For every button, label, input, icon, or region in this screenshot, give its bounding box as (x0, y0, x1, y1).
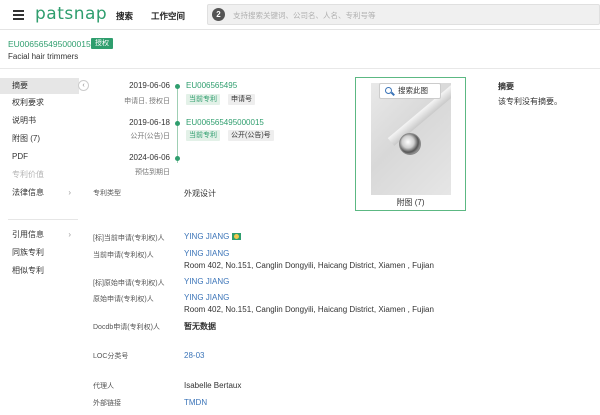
patent-figure-image[interactable] (371, 83, 451, 195)
tag-current-patent: 当前专利 (186, 94, 220, 105)
search-image-label: 搜索此图 (398, 86, 428, 95)
external-link-tmdn[interactable]: TMDN (184, 398, 207, 407)
sidebar-item-label: 专利价值 (12, 170, 44, 179)
sidebar-item-similar[interactable]: 相似专利 (0, 263, 79, 279)
sidebar-item-label: 权利要求 (12, 98, 44, 107)
sidebar-item-legal[interactable]: 法律信息 › (0, 185, 79, 201)
sidebar-item-abstract[interactable]: 摘要 (0, 78, 79, 94)
agent-label: 代理人 (93, 383, 114, 390)
original-applicant-label: 原始申请(专利权)人 (93, 296, 154, 303)
figure-caption: 附图 (7) (396, 198, 425, 207)
company-icon (232, 233, 242, 240)
search-icon (385, 87, 392, 94)
sidebar-item-label: 摘要 (12, 81, 28, 90)
divider (0, 68, 600, 69)
timeline-date-type: 申请日, 授权日 (124, 98, 170, 105)
std-original-applicant-label: [标]原始申请(专利权)人 (93, 280, 165, 287)
sidebar-item-figures[interactable]: 附图 (7) (0, 131, 79, 147)
std-original-applicant-link[interactable]: YING JIANG (184, 277, 229, 286)
chevron-right-icon: › (68, 230, 71, 239)
std-current-applicant-link[interactable]: YING JIANG (184, 232, 242, 241)
status-badge: 授权 (91, 38, 113, 49)
docdb-applicant-label: Docdb申请(专利权)人 (93, 324, 160, 331)
current-applicant-address: Room 402, No.151, Canglin Dongyili, Haic… (184, 261, 434, 270)
publication-number[interactable]: EU006565495000015 (186, 118, 264, 127)
sidebar-item-label: 引用信息 (12, 230, 44, 239)
figure-card[interactable]: 搜索此图 附图 (7) (355, 77, 466, 211)
abstract-heading: 摘要 (498, 82, 514, 91)
sidebar-item-label: 附图 (7) (12, 134, 40, 143)
original-applicant-address: Room 402, No.151, Canglin Dongyili, Haic… (184, 305, 434, 314)
menu-icon[interactable] (13, 10, 24, 20)
sidebar-item-label: PDF (12, 152, 28, 161)
std-current-applicant-label: [标]当前申请(专利权)人 (93, 235, 165, 242)
timeline-date-type: 预估到期日 (135, 169, 170, 176)
sidebar-item-label: 说明书 (12, 116, 36, 125)
nav-workspace[interactable]: 工作空间 (151, 10, 185, 22)
sidebar-item-label: 相似专利 (12, 266, 44, 275)
chevron-right-icon: › (68, 188, 71, 197)
patent-type-value: 外观设计 (184, 189, 216, 198)
loc-class-label: LOC分类号 (93, 353, 129, 360)
search-mode-badge[interactable]: 2 (212, 8, 225, 21)
agent-value: Isabelle Bertaux (184, 381, 242, 390)
patent-title: Facial hair trimmers (8, 52, 79, 61)
tag-application-number: 申请号 (228, 94, 255, 105)
abstract-text: 该专利没有摘要。 (498, 97, 562, 106)
sidebar-item-pdf[interactable]: PDF (0, 149, 79, 165)
original-applicant-link[interactable]: YING JIANG (184, 293, 229, 302)
patent-number: EU006565495000015 (8, 39, 91, 49)
sidebar-item-citations[interactable]: 引用信息 › (0, 227, 79, 243)
current-applicant-link[interactable]: YING JIANG (184, 249, 229, 258)
timeline-date: 2024-06-06 (129, 153, 170, 162)
nav-search[interactable]: 搜索 (116, 10, 133, 22)
top-bar: patsnap 搜索 工作空间 2 支持搜索关键词、公司名、人名、专利号等 (0, 0, 600, 30)
timeline-dot (175, 156, 180, 161)
search-image-button[interactable]: 搜索此图 (379, 83, 441, 99)
sidebar-item-label: 同族专利 (12, 248, 44, 257)
tag-current-patent: 当前专利 (186, 130, 220, 141)
search-input[interactable]: 2 支持搜索关键词、公司名、人名、专利号等 (207, 4, 600, 25)
loc-class-link[interactable]: 28-03 (184, 351, 204, 360)
patent-type-label: 专利类型 (93, 190, 121, 197)
sidebar-item-family[interactable]: 同族专利 (0, 245, 79, 261)
timeline-date: 2019-06-06 (129, 81, 170, 90)
current-applicant-label: 当前申请(专利权)人 (93, 252, 154, 259)
external-link-label: 外部链接 (93, 400, 121, 407)
timeline-dot (175, 84, 180, 89)
sidebar-item-label: 法律信息 (12, 188, 44, 197)
timeline-date: 2019-06-18 (129, 118, 170, 127)
logo[interactable]: patsnap (35, 4, 107, 24)
std-current-applicant-value: YING JIANG (184, 232, 230, 241)
sidebar-item-description[interactable]: 说明书 (0, 113, 79, 129)
figure-trimmer-head (399, 133, 421, 155)
timeline-dot (175, 121, 180, 126)
tag-publication-number: 公开(公告)号 (228, 130, 274, 141)
application-number[interactable]: EU006565495 (186, 81, 237, 90)
sidebar-item-claims[interactable]: 权利要求 (0, 95, 79, 111)
docdb-applicant-value: 暂无数据 (184, 322, 216, 331)
sidebar-divider (8, 219, 78, 220)
timeline-date-type: 公开(公告)日 (130, 133, 170, 140)
search-placeholder: 支持搜索关键词、公司名、人名、专利号等 (233, 11, 376, 20)
sidebar-item-value: 专利价值 (0, 167, 79, 183)
